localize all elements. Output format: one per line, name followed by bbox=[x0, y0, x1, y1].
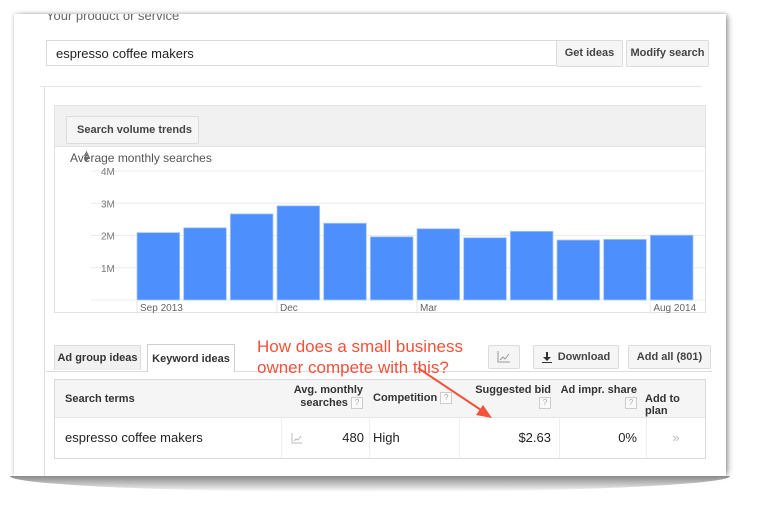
divider bbox=[40, 86, 702, 87]
x-tick-label: Sep 2013 bbox=[140, 303, 183, 314]
chart-toggle-button[interactable] bbox=[488, 345, 520, 369]
annotation-text: How does a small business owner compete … bbox=[257, 336, 463, 378]
tab-keyword-ideas[interactable]: Keyword ideas bbox=[147, 344, 235, 372]
keyword-planner-card: Your product or service espresso coffee … bbox=[14, 14, 726, 476]
column-header-suggested-bid[interactable]: Suggested bid ? bbox=[465, 384, 551, 410]
divider bbox=[369, 417, 370, 458]
column-header-avg-monthly-searches[interactable]: Avg. monthly searches ? bbox=[293, 384, 363, 410]
add-to-plan-button[interactable]: » bbox=[646, 417, 706, 458]
keyword-table: Search terms Avg. monthly searches ? Com… bbox=[54, 379, 706, 459]
divider bbox=[44, 86, 45, 476]
trend-chart-icon[interactable] bbox=[291, 417, 303, 458]
column-header-add-to-plan[interactable]: Add to plan bbox=[645, 393, 705, 417]
competition-cell: High bbox=[373, 430, 400, 445]
y-tick-label: 3M bbox=[101, 199, 115, 210]
bar bbox=[369, 236, 414, 301]
bar-chart: 1M 2M 3M 4M Sep 2013 Dec Mar Aug 2014 bbox=[91, 167, 705, 314]
x-tick-label: Mar bbox=[420, 303, 438, 314]
bar bbox=[509, 230, 554, 301]
product-input[interactable]: espresso coffee makers bbox=[46, 40, 564, 66]
bar bbox=[183, 227, 227, 301]
get-ideas-button[interactable]: Get ideas bbox=[556, 40, 623, 67]
column-header-search-terms[interactable]: Search terms bbox=[65, 393, 135, 405]
bar bbox=[276, 205, 321, 301]
page-shadow bbox=[10, 476, 730, 492]
bar bbox=[556, 239, 601, 301]
search-term-cell: espresso coffee makers bbox=[65, 430, 203, 445]
header-label: Competition bbox=[373, 392, 438, 404]
bar bbox=[323, 222, 367, 301]
ad-impr-share-cell: 0% bbox=[618, 430, 637, 445]
y-tick-label: 2M bbox=[101, 232, 115, 243]
help-icon[interactable]: ? bbox=[351, 397, 363, 410]
help-icon[interactable]: ? bbox=[625, 397, 637, 410]
download-button[interactable]: Download bbox=[533, 345, 619, 369]
suggested-bid-cell: $2.63 bbox=[518, 430, 551, 445]
line-chart-icon bbox=[291, 433, 302, 444]
header-line: Avg. monthly bbox=[293, 384, 363, 396]
line-chart-icon bbox=[497, 351, 510, 363]
header-line: searches bbox=[300, 397, 348, 409]
annotation-line: How does a small business bbox=[257, 337, 463, 356]
add-all-button[interactable]: Add all (801) bbox=[628, 345, 711, 369]
bar bbox=[649, 234, 694, 301]
x-tick-label: Aug 2014 bbox=[653, 303, 696, 314]
product-label: Your product or service bbox=[46, 14, 180, 23]
table-header: Search terms Avg. monthly searches ? Com… bbox=[55, 380, 705, 418]
column-header-competition[interactable]: Competition ? bbox=[373, 392, 453, 405]
header-line: Ad impr. share bbox=[560, 384, 637, 396]
bar bbox=[463, 237, 507, 301]
x-tick-label: Dec bbox=[280, 303, 298, 314]
bar bbox=[229, 213, 274, 301]
bar bbox=[136, 232, 181, 301]
y-tick-label: 1M bbox=[101, 264, 115, 275]
bar bbox=[416, 228, 461, 301]
help-icon[interactable]: ? bbox=[440, 392, 453, 405]
divider bbox=[281, 417, 282, 458]
chart-panel: Search volume trends ▲ ▼ Average monthly … bbox=[54, 105, 706, 314]
header-line: Suggested bid bbox=[475, 384, 551, 396]
bar bbox=[603, 238, 647, 301]
annotation-line: owner compete with this? bbox=[257, 358, 449, 377]
avg-monthly-searches-cell: 480 bbox=[342, 430, 364, 445]
modify-search-button[interactable]: Modify search bbox=[626, 40, 709, 67]
download-label: Download bbox=[557, 351, 611, 363]
divider bbox=[459, 417, 460, 458]
column-header-ad-impr-share[interactable]: Ad impr. share ? bbox=[551, 384, 637, 410]
download-icon bbox=[541, 351, 552, 364]
help-icon[interactable]: ? bbox=[539, 397, 551, 410]
tab-ad-group-ideas[interactable]: Ad group ideas bbox=[54, 345, 141, 370]
y-tick-label: 4M bbox=[101, 167, 115, 178]
